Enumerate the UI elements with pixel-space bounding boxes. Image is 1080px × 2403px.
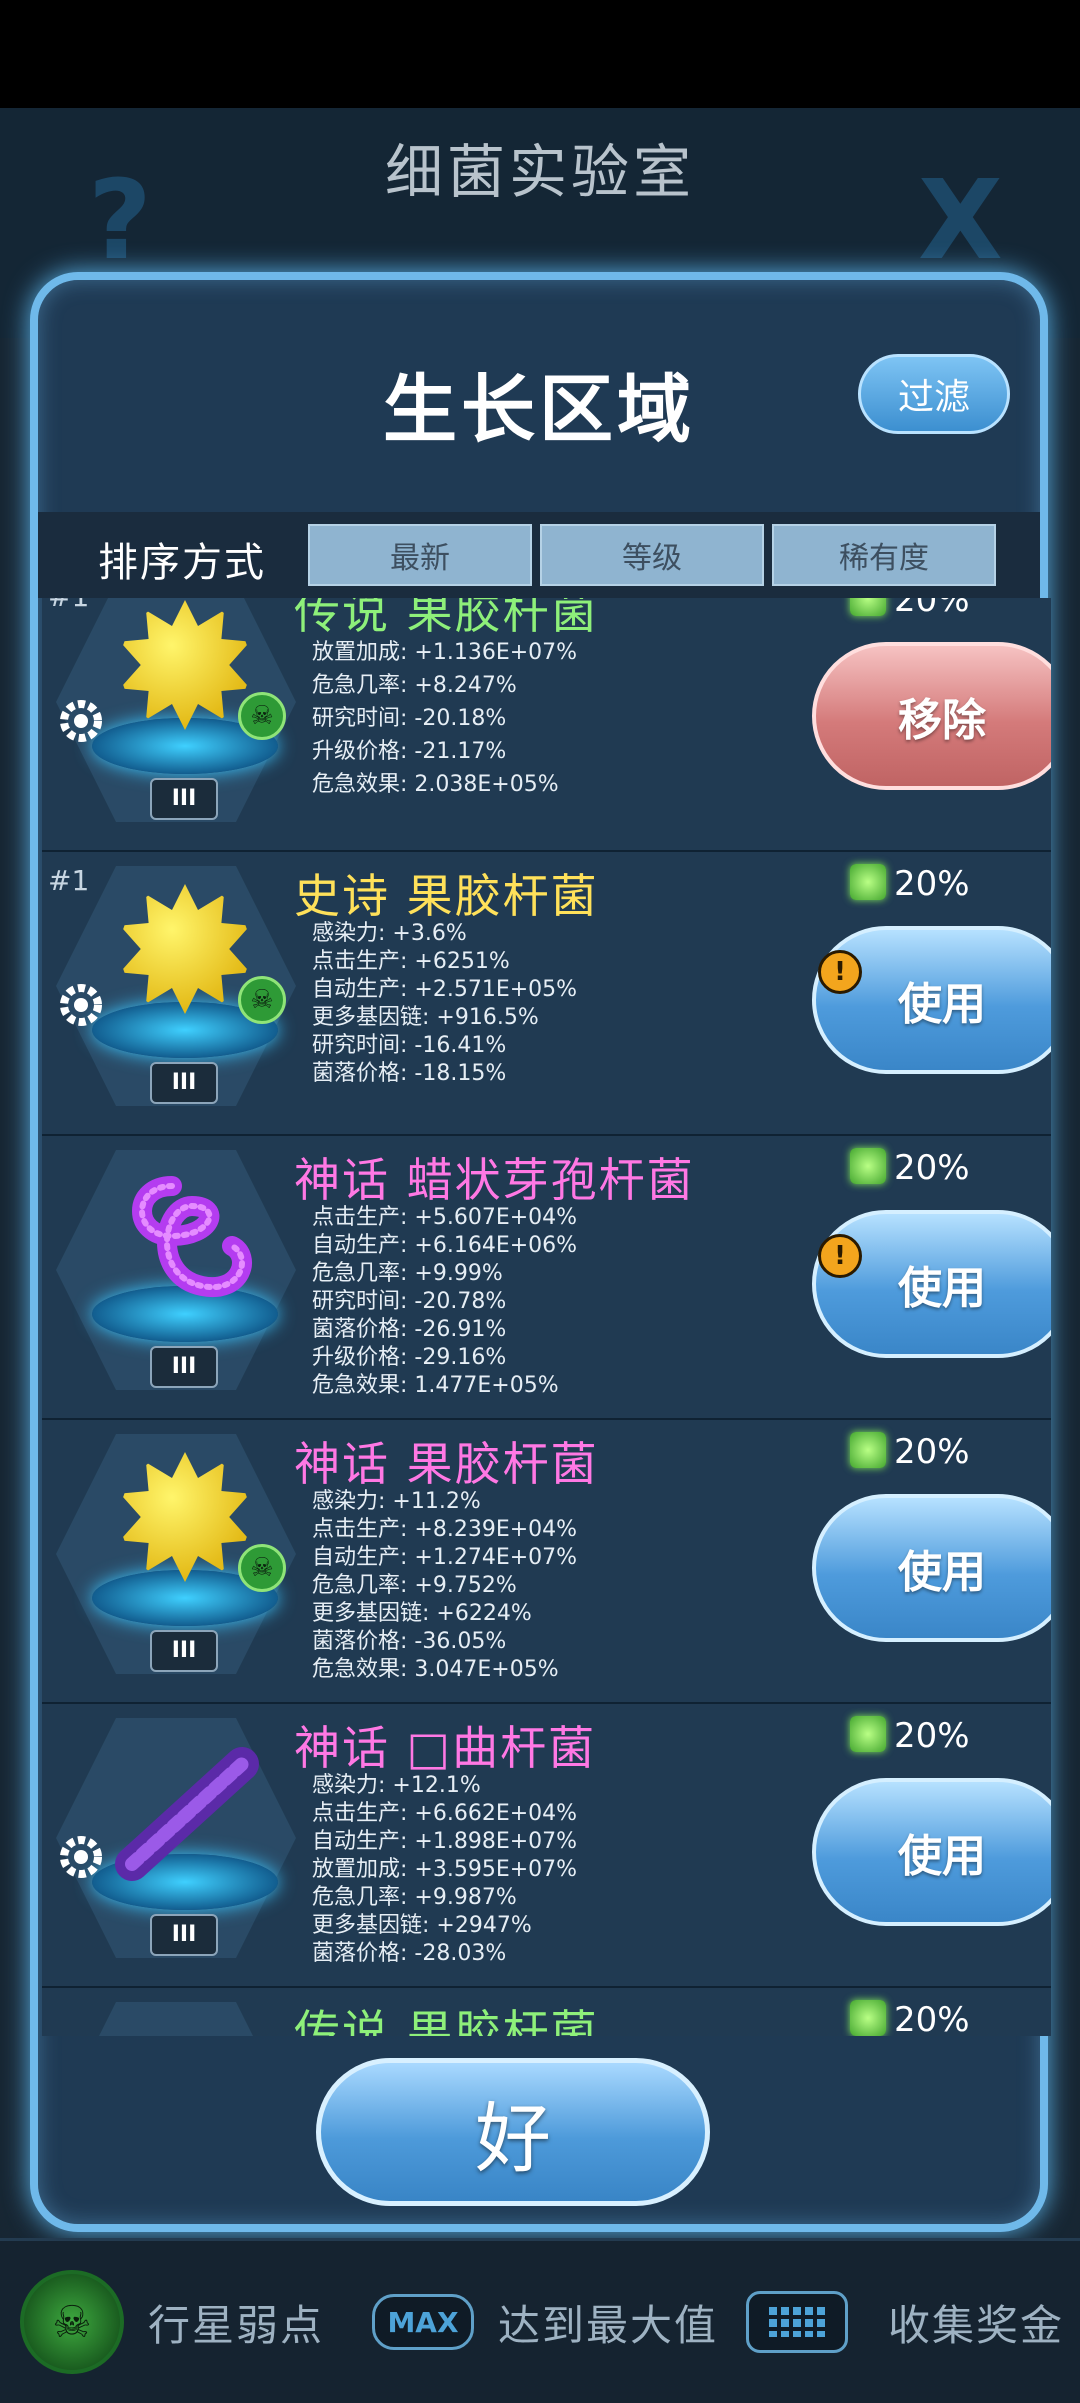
item-name: 神话 □曲杆菌 bbox=[294, 1721, 597, 1775]
list-item: 神话 蜡状芽孢杆菌 20% 点击生产: +5.607E+04% 自动生产: +6.… bbox=[42, 1136, 1051, 1420]
rank-badge: #1 bbox=[48, 864, 90, 897]
growth-zone-dialog: 生长区域 过滤 排序方式 最新 等级 稀有度 #1 传说 果胶杆菌 20% 放置… bbox=[30, 272, 1051, 2232]
item-frame bbox=[56, 2002, 296, 2036]
planet-weakness[interactable]: ☠ 行星弱点 bbox=[20, 2241, 324, 2403]
rank-badge: #1 bbox=[48, 598, 89, 613]
beaker-icon bbox=[850, 2000, 886, 2036]
max-badge: MAX bbox=[372, 2294, 474, 2350]
gear-icon[interactable] bbox=[56, 696, 106, 746]
sort-level-button[interactable]: 等级 bbox=[540, 524, 764, 586]
help-button[interactable]: ? bbox=[88, 165, 152, 275]
use-button[interactable]: 使用 bbox=[812, 926, 1051, 1074]
skull-icon: ☠ bbox=[238, 1544, 286, 1592]
collect-bonus[interactable]: 收集奖金 bbox=[746, 2241, 1064, 2403]
close-button[interactable]: X bbox=[918, 165, 1003, 275]
filter-button[interactable]: 过滤 bbox=[858, 354, 1010, 434]
level-badge: III bbox=[150, 1062, 218, 1104]
item-name: 神话 果胶杆菌 bbox=[294, 1437, 599, 1491]
item-percent: 20% bbox=[894, 1432, 970, 1472]
skull-icon: ☠ bbox=[238, 976, 286, 1024]
max-reached[interactable]: MAX 达到最大值 bbox=[372, 2241, 718, 2403]
item-stats: 感染力: +12.1% 点击生产: +6.662E+04% 自动生产: +1.898… bbox=[312, 1773, 578, 1966]
item-name: 史诗 果胶杆菌 bbox=[294, 869, 599, 923]
use-button[interactable]: 使用 bbox=[812, 1778, 1051, 1926]
sort-rarity-button[interactable]: 稀有度 bbox=[772, 524, 996, 586]
gear-icon[interactable] bbox=[56, 980, 106, 1030]
level-badge: III bbox=[150, 1914, 218, 1956]
sort-newest-button[interactable]: 最新 bbox=[308, 524, 532, 586]
skull-icon: ☠ bbox=[20, 2270, 124, 2374]
beaker-icon bbox=[850, 598, 886, 616]
level-badge: III bbox=[150, 1346, 218, 1388]
beaker-icon bbox=[850, 1432, 886, 1468]
item-stats: 感染力: +3.6% 点击生产: +6251% 自动生产: +2.571E+05% 更… bbox=[312, 921, 578, 1086]
max-label: 达到最大值 bbox=[498, 2300, 719, 2350]
item-percent: 20% bbox=[894, 1716, 970, 1756]
skull-icon: ☠ bbox=[238, 692, 286, 740]
list-item: #1 史诗 果胶杆菌 20% 感染力: +3.6% 点击生产: +6251% 自动生… bbox=[42, 852, 1051, 1136]
list-item: 传说 果胶杆菌 20% bbox=[42, 1988, 1051, 2036]
item-percent: 20% bbox=[894, 2000, 970, 2036]
item-stats: 感染力: +11.2% 点击生产: +8.239E+04% 自动生产: +1.274… bbox=[312, 1489, 578, 1682]
list-item: #1 传说 果胶杆菌 20% 放置加成: +1.136E+07%危急几率: +8… bbox=[42, 598, 1051, 852]
grid-icon bbox=[746, 2291, 848, 2353]
list-item: 神话 果胶杆菌 20% 感染力: +11.2% 点击生产: +8.239E+04%… bbox=[42, 1420, 1051, 1704]
item-percent: 20% bbox=[894, 1148, 970, 1188]
beaker-icon bbox=[850, 1716, 886, 1752]
bacteria-image bbox=[115, 1747, 259, 1881]
warning-icon: ! bbox=[818, 1234, 862, 1278]
warning-icon: ! bbox=[818, 950, 862, 994]
beaker-icon bbox=[850, 864, 886, 900]
sort-label: 排序方式 bbox=[98, 540, 266, 586]
bacteria-list[interactable]: #1 传说 果胶杆菌 20% 放置加成: +1.136E+07%危急几率: +8… bbox=[42, 598, 1051, 2036]
bottom-bar: ☠ 行星弱点 MAX 达到最大值 收集奖金 bbox=[0, 2238, 1080, 2403]
collect-label: 收集奖金 bbox=[888, 2300, 1065, 2350]
status-bar bbox=[0, 0, 1080, 108]
ok-button[interactable]: 好 bbox=[316, 2058, 710, 2206]
beaker-icon bbox=[850, 1148, 886, 1184]
planet-weakness-label: 行星弱点 bbox=[148, 2300, 325, 2350]
item-name: 神话 蜡状芽孢杆菌 bbox=[294, 1153, 695, 1207]
item-name: 传说 果胶杆菌 bbox=[294, 2005, 599, 2036]
item-percent: 20% bbox=[894, 598, 970, 620]
item-stats: 放置加成: +1.136E+07% 危急几率: +8.247% 研究时间: -20.… bbox=[312, 640, 578, 797]
use-button[interactable]: 使用 bbox=[812, 1494, 1051, 1642]
item-stats: 点击生产: +5.607E+04% 自动生产: +6.164E+06% 危急几率: … bbox=[312, 1205, 578, 1398]
use-button[interactable]: 使用 bbox=[812, 1210, 1051, 1358]
bacteria-image bbox=[132, 1176, 252, 1298]
list-item: 神话 □曲杆菌 20% 感染力: +12.1% 点击生产: +6.662E+04%… bbox=[42, 1704, 1051, 1988]
level-badge: III bbox=[150, 1630, 218, 1672]
remove-button[interactable]: 移除 bbox=[812, 642, 1051, 790]
gear-icon[interactable] bbox=[56, 1832, 106, 1882]
level-badge: III bbox=[150, 778, 218, 820]
item-percent: 20% bbox=[894, 864, 970, 904]
sort-bar: 排序方式 最新 等级 稀有度 bbox=[38, 512, 1040, 598]
